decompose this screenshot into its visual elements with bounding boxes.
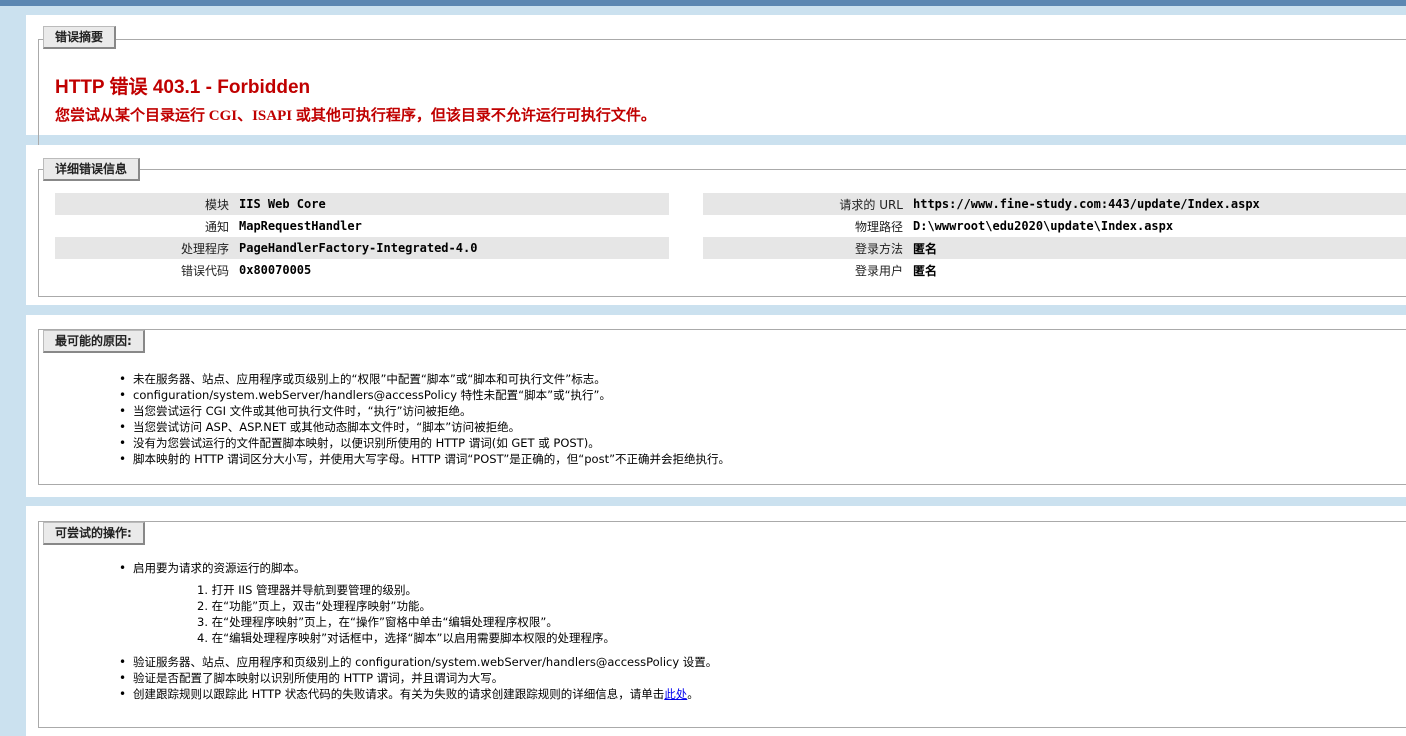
- error-details-panel: 详细错误信息 模块 IIS Web Core 通知 MapRequestHand…: [26, 145, 1406, 305]
- actions-panel: 可尝试的操作: 启用要为请求的资源运行的脚本。 1. 打开 IIS 管理器并导航…: [26, 506, 1406, 736]
- table-row: 登录用户 匿名: [703, 259, 1406, 281]
- detail-value: D:\wwwroot\edu2020\update\Index.aspx: [913, 219, 1174, 233]
- list-item: 创建跟踪规则以跟踪此 HTTP 状态代码的失败请求。有关为失败的请求创建跟踪规则…: [119, 686, 717, 702]
- step-item: 4. 在“编辑处理程序映射”对话框中，选择“脚本”以启用需要脚本权限的处理程序。: [197, 631, 615, 645]
- error-message: 您尝试从某个目录运行 CGI、ISAPI 或其他可执行程序，但该目录不允许运行可…: [55, 108, 656, 124]
- summary-legend: 错误摘要: [43, 26, 117, 49]
- step-item: 3. 在“处理程序映射”页上，在“操作”窗格中单击“编辑处理程序权限”。: [197, 615, 558, 629]
- details-fieldset: 详细错误信息 模块 IIS Web Core 通知 MapRequestHand…: [38, 158, 1406, 297]
- table-row: 请求的 URL https://www.fine-study.com:443/u…: [703, 193, 1406, 215]
- list-item: 没有为您尝试运行的文件配置脚本映射，以便识别所使用的 HTTP 谓词(如 GET…: [119, 435, 730, 451]
- list-item: 脚本映射的 HTTP 谓词区分大小写，并使用大写字母。HTTP 谓词“POST”…: [119, 451, 730, 467]
- detail-value: IIS Web Core: [239, 193, 669, 215]
- list-item: 启用要为请求的资源运行的脚本。 1. 打开 IIS 管理器并导航到要管理的级别。…: [119, 560, 717, 646]
- causes-legend: 最可能的原因:: [43, 330, 145, 353]
- table-row: 错误代码 0x80070005: [55, 259, 669, 281]
- detail-key: 模块: [55, 193, 239, 215]
- table-row: 处理程序 PageHandlerFactory-Integrated-4.0: [55, 237, 669, 259]
- top-bar: [0, 0, 1406, 6]
- table-row: 物理路径 D:\wwwroot\edu2020\update\Index.asp…: [703, 215, 1406, 237]
- detail-key: 处理程序: [55, 237, 239, 259]
- detail-value: PageHandlerFactory-Integrated-4.0: [239, 237, 669, 259]
- table-row: 模块 IIS Web Core: [55, 193, 669, 215]
- causes-list: 未在服务器、站点、应用程序或页级别上的“权限”中配置“脚本”或“脚本和可执行文件…: [119, 371, 730, 467]
- details-right-table: 请求的 URL https://www.fine-study.com:443/u…: [703, 193, 1406, 281]
- detail-key: 登录用户: [854, 263, 903, 278]
- detail-key: 请求的 URL: [703, 193, 913, 215]
- enable-scripts-text: 启用要为请求的资源运行的脚本。: [133, 561, 306, 575]
- detail-key: 登录方法: [703, 237, 913, 259]
- detail-key: 物理路径: [854, 219, 903, 234]
- table-row: 登录方法 匿名: [703, 237, 1406, 259]
- list-item: 验证是否配置了脚本映射以识别所使用的 HTTP 谓词，并且谓词为大写。: [119, 670, 717, 686]
- list-item: configuration/system.webServer/handlers@…: [119, 387, 730, 403]
- detail-value: 匿名: [913, 263, 938, 278]
- actions-list: 启用要为请求的资源运行的脚本。 1. 打开 IIS 管理器并导航到要管理的级别。…: [119, 560, 717, 702]
- summary-fieldset: 错误摘要 HTTP 错误 403.1 - Forbidden 您尝试从某个目录运…: [38, 26, 1406, 155]
- step-item: 1. 打开 IIS 管理器并导航到要管理的级别。: [197, 583, 418, 597]
- details-legend: 详细错误信息: [43, 158, 141, 181]
- error-summary-panel: 错误摘要 HTTP 错误 403.1 - Forbidden 您尝试从某个目录运…: [26, 15, 1406, 155]
- trace-text: 创建跟踪规则以跟踪此 HTTP 状态代码的失败请求。有关为失败的请求创建跟踪规则…: [133, 687, 665, 701]
- detail-value: 匿名: [913, 237, 1406, 259]
- steps-list: 1. 打开 IIS 管理器并导航到要管理的级别。 2. 在“功能”页上，双击“处…: [133, 582, 717, 646]
- trace-help-link[interactable]: 此处: [664, 687, 687, 701]
- detail-value: https://www.fine-study.com:443/update/In…: [913, 193, 1406, 215]
- error-title: HTTP 错误 403.1 - Forbidden: [55, 77, 311, 98]
- trace-suffix: 。: [687, 687, 699, 701]
- list-item: 当您尝试访问 ASP、ASP.NET 或其他动态脚本文件时，“脚本”访问被拒绝。: [119, 419, 730, 435]
- actions-fieldset: 可尝试的操作: 启用要为请求的资源运行的脚本。 1. 打开 IIS 管理器并导航…: [38, 521, 1406, 728]
- detail-key: 通知: [204, 219, 229, 234]
- causes-fieldset: 最可能的原因: 未在服务器、站点、应用程序或页级别上的“权限”中配置“脚本”或“…: [38, 329, 1406, 485]
- details-left-table: 模块 IIS Web Core 通知 MapRequestHandler 处理程…: [55, 193, 669, 281]
- detail-value: MapRequestHandler: [239, 219, 362, 233]
- detail-value: 0x80070005: [239, 263, 312, 277]
- list-item: 当您尝试运行 CGI 文件或其他可执行文件时，“执行”访问被拒绝。: [119, 403, 730, 419]
- step-item: 2. 在“功能”页上，双击“处理程序映射”功能。: [197, 599, 431, 613]
- list-item: 验证服务器、站点、应用程序和页级别上的 configuration/system…: [119, 654, 717, 670]
- detail-key: 错误代码: [180, 263, 229, 278]
- actions-legend: 可尝试的操作:: [43, 522, 145, 545]
- list-item: 未在服务器、站点、应用程序或页级别上的“权限”中配置“脚本”或“脚本和可执行文件…: [119, 371, 730, 387]
- likely-causes-panel: 最可能的原因: 未在服务器、站点、应用程序或页级别上的“权限”中配置“脚本”或“…: [26, 315, 1406, 497]
- table-row: 通知 MapRequestHandler: [55, 215, 669, 237]
